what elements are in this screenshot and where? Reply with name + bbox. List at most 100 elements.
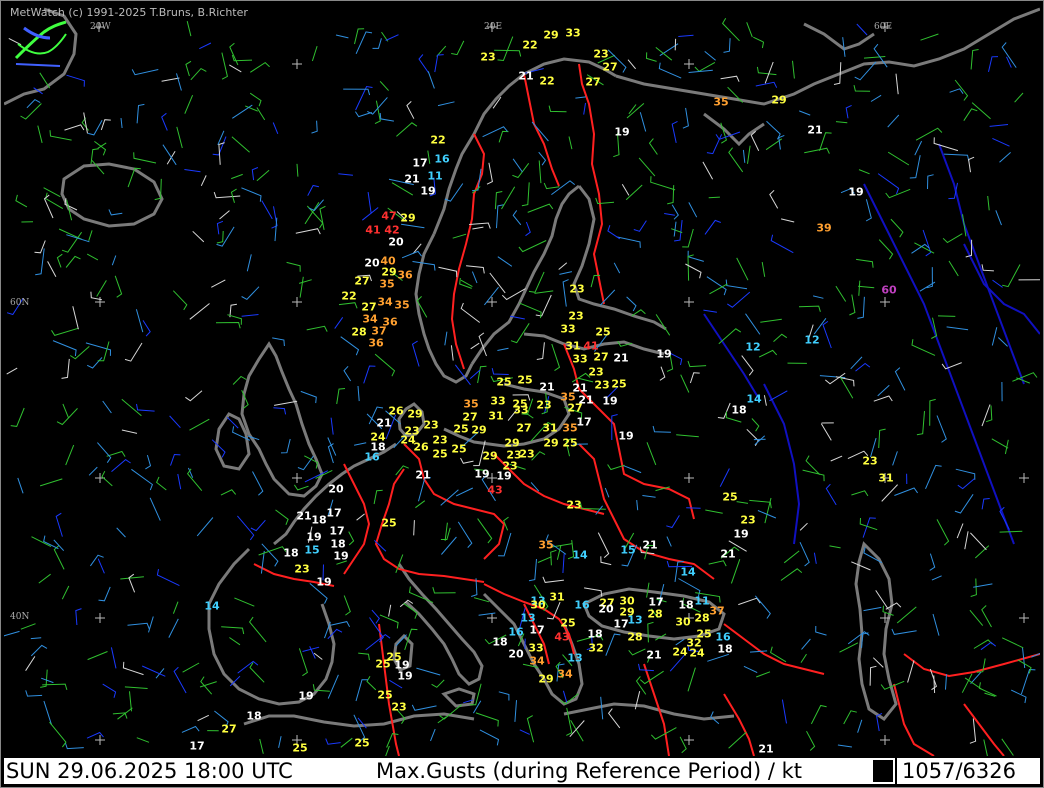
wind-barb xyxy=(974,545,990,559)
wind-barb xyxy=(215,321,241,329)
gust-value: 19 xyxy=(420,184,436,198)
wind-barb xyxy=(479,729,500,746)
gust-value: 23 xyxy=(502,459,518,473)
wind-barb xyxy=(830,455,843,462)
gust-value: 23 xyxy=(294,562,310,576)
gust-value: 29 xyxy=(543,436,559,450)
wind-barb xyxy=(338,302,358,309)
gust-value: 25 xyxy=(517,373,533,387)
wind-barb xyxy=(186,20,192,37)
gust-value: 27 xyxy=(361,300,377,314)
gust-value: 17 xyxy=(613,617,629,631)
gust-value: 25 xyxy=(562,436,578,450)
wind-barb xyxy=(801,638,811,650)
wind-barb xyxy=(639,670,664,685)
gust-value: 13 xyxy=(520,611,536,625)
wind-barb xyxy=(525,221,531,237)
wind-barb xyxy=(220,489,237,496)
wind-barb xyxy=(878,239,894,260)
wind-barb xyxy=(932,613,940,636)
gust-value: 26 xyxy=(413,440,429,454)
wind-barb xyxy=(170,453,181,466)
map-canvas[interactable]: MetWatch (c) 1991-2025 T.Bruns, B.Richte… xyxy=(4,4,1040,756)
wind-barb xyxy=(172,290,188,311)
wind-barb xyxy=(184,95,194,114)
wind-barb xyxy=(86,253,99,261)
wind-barb xyxy=(451,40,465,56)
gust-value: 19 xyxy=(298,689,314,703)
wind-barb xyxy=(75,608,82,626)
wind-barb xyxy=(237,660,259,674)
wind-barb xyxy=(528,558,537,582)
wind-barb xyxy=(749,650,768,653)
wind-barb xyxy=(416,667,441,676)
gust-value: 23 xyxy=(536,398,552,412)
wind-barb xyxy=(829,545,841,549)
wind-barb xyxy=(472,700,482,714)
gust-value: 29 xyxy=(381,265,397,279)
wind-barb xyxy=(568,136,573,150)
wind-barb xyxy=(94,140,107,156)
wind-barb xyxy=(470,342,480,350)
wind-barb xyxy=(477,365,487,384)
wind-barb xyxy=(261,200,273,220)
wind-barb xyxy=(66,234,90,243)
wind-barb xyxy=(895,73,899,95)
wind-barb xyxy=(628,104,637,115)
gust-value: 41 xyxy=(365,223,381,237)
wind-barb xyxy=(98,586,111,602)
wind-barb xyxy=(41,677,54,684)
wind-barb xyxy=(894,367,906,391)
wind-barb xyxy=(708,196,720,199)
wind-barb xyxy=(196,517,214,537)
wind-barb xyxy=(89,554,104,567)
wind-barb xyxy=(865,199,872,222)
wind-barb xyxy=(471,271,478,284)
gust-value: 22 xyxy=(430,133,446,147)
gust-value: 21 xyxy=(807,123,823,137)
wind-barb xyxy=(969,718,977,744)
wind-barb xyxy=(963,108,978,121)
gust-value: 25 xyxy=(453,422,469,436)
wind-barb xyxy=(804,147,830,154)
gust-value: 17 xyxy=(412,156,428,170)
wind-barb xyxy=(327,674,339,699)
wind-barb xyxy=(452,233,467,239)
wind-barb xyxy=(241,187,262,202)
gust-value: 34 xyxy=(529,654,545,668)
gust-value: 24 xyxy=(672,645,688,659)
gust-value: 39 xyxy=(816,221,832,235)
wind-barb xyxy=(272,122,279,134)
wind-barb xyxy=(519,729,530,735)
wind-barb xyxy=(232,104,253,119)
wind-barb xyxy=(718,328,742,345)
wind-barb xyxy=(121,429,138,434)
wind-barb xyxy=(340,336,360,356)
wind-barb xyxy=(862,517,876,538)
wind-barb xyxy=(875,590,889,610)
wind-barb xyxy=(991,438,1009,449)
wind-barb xyxy=(184,169,201,173)
wind-barb xyxy=(945,674,947,690)
wind-barb xyxy=(970,671,982,685)
cursor-block xyxy=(873,760,893,782)
gust-value: 19 xyxy=(618,429,634,443)
wind-barb xyxy=(604,487,610,498)
wind-barb xyxy=(86,357,103,369)
wind-barb xyxy=(489,272,506,294)
wind-barb xyxy=(256,169,270,182)
wind-barb xyxy=(518,240,547,253)
longitude-label-20w: 20W xyxy=(90,22,111,32)
wind-barb xyxy=(355,85,373,111)
wind-barb xyxy=(367,192,372,214)
wind-barb xyxy=(293,484,309,491)
gust-value: 23 xyxy=(566,498,582,512)
gust-value: 15 xyxy=(304,543,320,557)
wind-barb xyxy=(800,653,807,663)
wind-barb xyxy=(176,126,183,149)
gust-value: 35 xyxy=(538,538,554,552)
wind-barb xyxy=(575,96,586,99)
wind-barb xyxy=(512,158,523,173)
gust-value: 27 xyxy=(593,350,609,364)
gust-value: 17 xyxy=(329,524,345,538)
